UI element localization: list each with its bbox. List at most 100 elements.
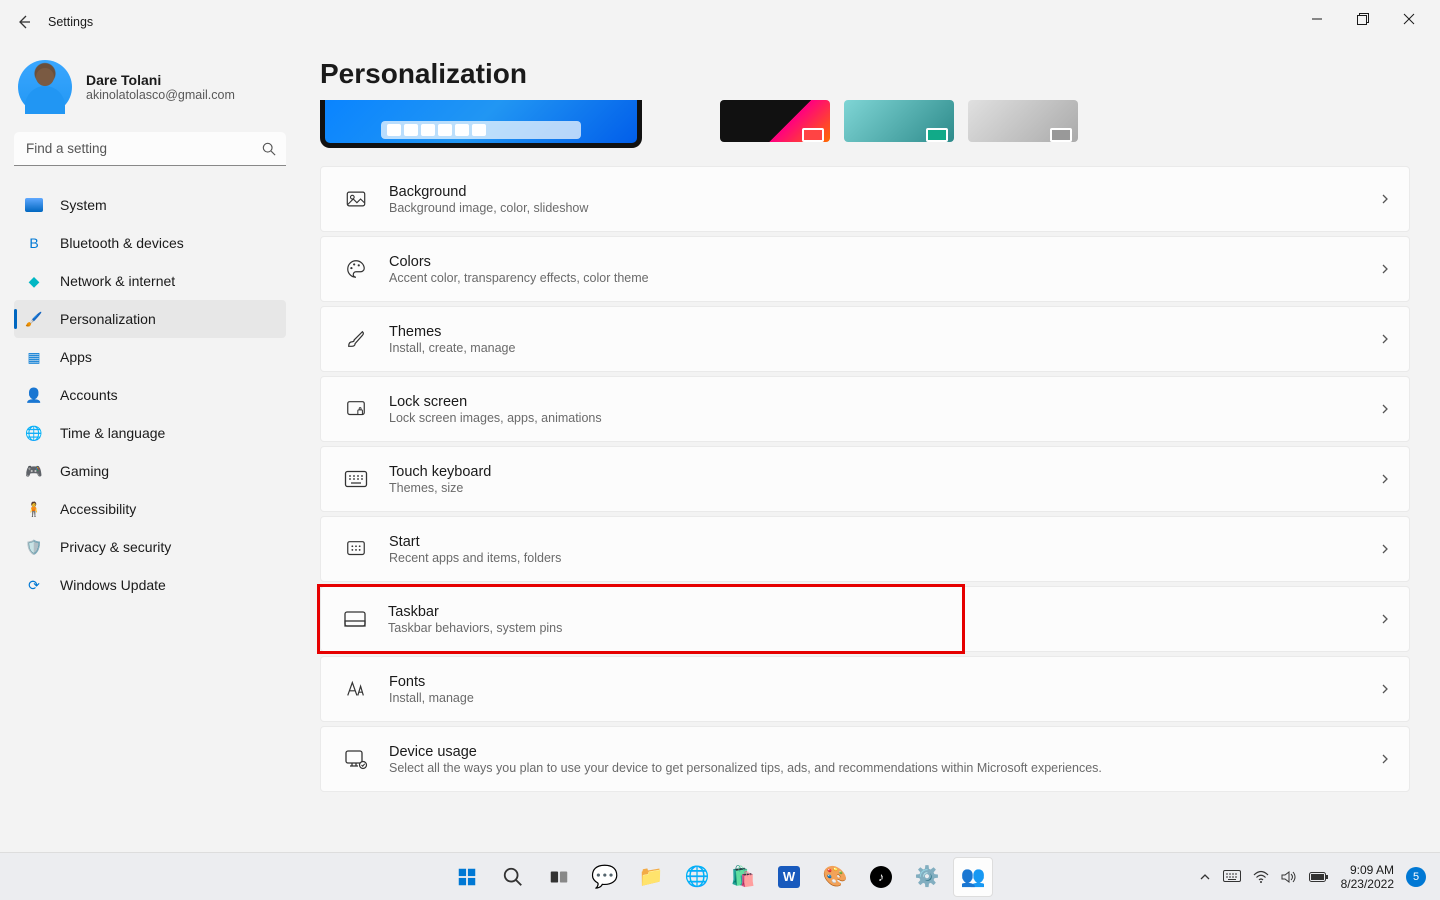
sidebar-item-label: Accessibility — [60, 501, 136, 517]
sidebar-item-gaming[interactable]: 🎮 Gaming — [14, 452, 286, 490]
taskbar-task-view[interactable] — [539, 857, 579, 897]
back-button[interactable] — [8, 6, 40, 38]
network-icon: ◆ — [24, 271, 44, 291]
tray-date: 8/23/2022 — [1341, 877, 1394, 891]
window-title: Settings — [48, 15, 93, 29]
maximize-button[interactable] — [1340, 3, 1386, 35]
card-subtitle: Install, manage — [389, 691, 474, 705]
store-icon: 🛍️ — [731, 864, 756, 889]
sidebar-item-system[interactable]: System — [14, 186, 286, 224]
tray-wifi-icon[interactable] — [1253, 870, 1269, 884]
tray-osk-icon[interactable] — [1223, 870, 1241, 884]
sidebar-item-label: Privacy & security — [60, 539, 171, 555]
theme-tile-dark-red[interactable] — [720, 100, 830, 142]
word-icon: W — [778, 866, 800, 888]
system-taskbar: 💬 📁 🌐 🛍️ W 🎨 ♪ ⚙️ 👥 9:09 AM 8/23/2022 5 — [0, 852, 1440, 900]
tray-clock[interactable]: 9:09 AM 8/23/2022 — [1341, 863, 1394, 891]
gear-icon: ⚙️ — [915, 864, 940, 889]
chevron-right-icon — [1379, 403, 1391, 415]
card-start[interactable]: Start Recent apps and items, folders — [320, 516, 1410, 582]
sidebar-item-personalization[interactable]: 🖌️ Personalization — [14, 300, 286, 338]
sidebar-item-privacy-security[interactable]: 🛡️ Privacy & security — [14, 528, 286, 566]
chevron-right-icon — [1379, 613, 1391, 625]
privacy-icon: 🛡️ — [24, 537, 44, 557]
minimize-button[interactable] — [1294, 3, 1340, 35]
card-title: Start — [389, 534, 561, 550]
sidebar-item-label: Bluetooth & devices — [60, 235, 184, 251]
paint-icon: 🎨 — [823, 864, 848, 889]
card-subtitle: Themes, size — [389, 481, 491, 495]
card-title: Device usage — [389, 744, 1102, 760]
tray-battery-icon[interactable] — [1309, 871, 1329, 883]
card-title: Lock screen — [389, 394, 602, 410]
sidebar-item-time-language[interactable]: 🌐 Time & language — [14, 414, 286, 452]
gaming-icon: 🎮 — [24, 461, 44, 481]
user-profile[interactable]: Dare Tolani akinolatolasco@gmail.com — [14, 54, 286, 132]
card-fonts[interactable]: Fonts Install, manage — [320, 656, 1410, 722]
content: Personalization Background Background im… — [300, 44, 1440, 852]
window-controls — [1294, 9, 1432, 35]
lockscreen-icon — [339, 398, 373, 420]
avatar — [18, 60, 72, 114]
card-device-usage[interactable]: Device usage Select all the ways you pla… — [320, 726, 1410, 792]
sidebar-item-accounts[interactable]: 👤 Accounts — [14, 376, 286, 414]
close-button[interactable] — [1386, 3, 1432, 35]
card-lock-screen[interactable]: Lock screen Lock screen images, apps, an… — [320, 376, 1410, 442]
user-name: Dare Tolani — [86, 72, 235, 88]
sidebar-item-label: Apps — [60, 349, 92, 365]
sidebar-item-accessibility[interactable]: 🧍 Accessibility — [14, 490, 286, 528]
taskbar-search[interactable] — [493, 857, 533, 897]
arrow-left-icon — [16, 14, 32, 30]
tray-notifications-badge[interactable]: 5 — [1406, 867, 1426, 887]
taskbar-tiktok[interactable]: ♪ — [861, 857, 901, 897]
sidebar-item-bluetooth-devices[interactable]: B Bluetooth & devices — [14, 224, 286, 262]
card-title: Themes — [389, 324, 515, 340]
sidebar-item-label: System — [60, 197, 107, 213]
card-themes[interactable]: Themes Install, create, manage — [320, 306, 1410, 372]
taskbar-paint[interactable]: 🎨 — [815, 857, 855, 897]
system-icon — [24, 195, 44, 215]
card-touch-keyboard[interactable]: Touch keyboard Themes, size — [320, 446, 1410, 512]
card-subtitle: Accent color, transparency effects, colo… — [389, 271, 649, 285]
picture-icon — [339, 188, 373, 210]
card-subtitle: Recent apps and items, folders — [389, 551, 561, 565]
card-colors[interactable]: Colors Accent color, transparency effect… — [320, 236, 1410, 302]
theme-tile-light-gray[interactable] — [968, 100, 1078, 142]
taskbar-store[interactable]: 🛍️ — [723, 857, 763, 897]
tray-chevron-up-icon[interactable] — [1199, 871, 1211, 883]
taskbar-settings[interactable]: ⚙️ — [907, 857, 947, 897]
search-container — [14, 132, 286, 166]
sidebar: Dare Tolani akinolatolasco@gmail.com Sys… — [0, 44, 300, 852]
accessibility-icon: 🧍 — [24, 499, 44, 519]
search-input[interactable] — [14, 132, 286, 166]
taskview-icon — [548, 866, 570, 888]
sidebar-item-windows-update[interactable]: ⟳ Windows Update — [14, 566, 286, 604]
start-icon — [339, 538, 373, 560]
sidebar-item-label: Windows Update — [60, 577, 166, 593]
taskbar-edge[interactable]: 🌐 — [677, 857, 717, 897]
taskbar-word[interactable]: W — [769, 857, 809, 897]
theme-tile-teal[interactable] — [844, 100, 954, 142]
taskbar-chat[interactable]: 💬 — [585, 857, 625, 897]
taskbar-file-explorer[interactable]: 📁 — [631, 857, 671, 897]
sidebar-item-apps[interactable]: ▦ Apps — [14, 338, 286, 376]
tray-time: 9:09 AM — [1341, 863, 1394, 877]
card-background[interactable]: Background Background image, color, slid… — [320, 166, 1410, 232]
chevron-right-icon — [1379, 193, 1391, 205]
card-taskbar[interactable]: Taskbar Taskbar behaviors, system pins — [320, 586, 1410, 652]
desktop-preview[interactable] — [320, 100, 642, 148]
taskbar-start[interactable] — [447, 857, 487, 897]
folder-icon: 📁 — [639, 864, 664, 889]
card-title: Fonts — [389, 674, 474, 690]
windows-start-icon — [456, 866, 478, 888]
personalization-icon: 🖌️ — [24, 309, 44, 329]
time-language-icon: 🌐 — [24, 423, 44, 443]
taskbar-teams[interactable]: 👥 — [953, 857, 993, 897]
tray-volume-icon[interactable] — [1281, 870, 1297, 884]
accounts-icon: 👤 — [24, 385, 44, 405]
sidebar-item-network-internet[interactable]: ◆ Network & internet — [14, 262, 286, 300]
sidebar-item-label: Gaming — [60, 463, 109, 479]
keyboard-icon — [339, 470, 373, 488]
sidebar-item-label: Time & language — [60, 425, 165, 441]
system-tray: 9:09 AM 8/23/2022 5 — [1199, 863, 1440, 891]
